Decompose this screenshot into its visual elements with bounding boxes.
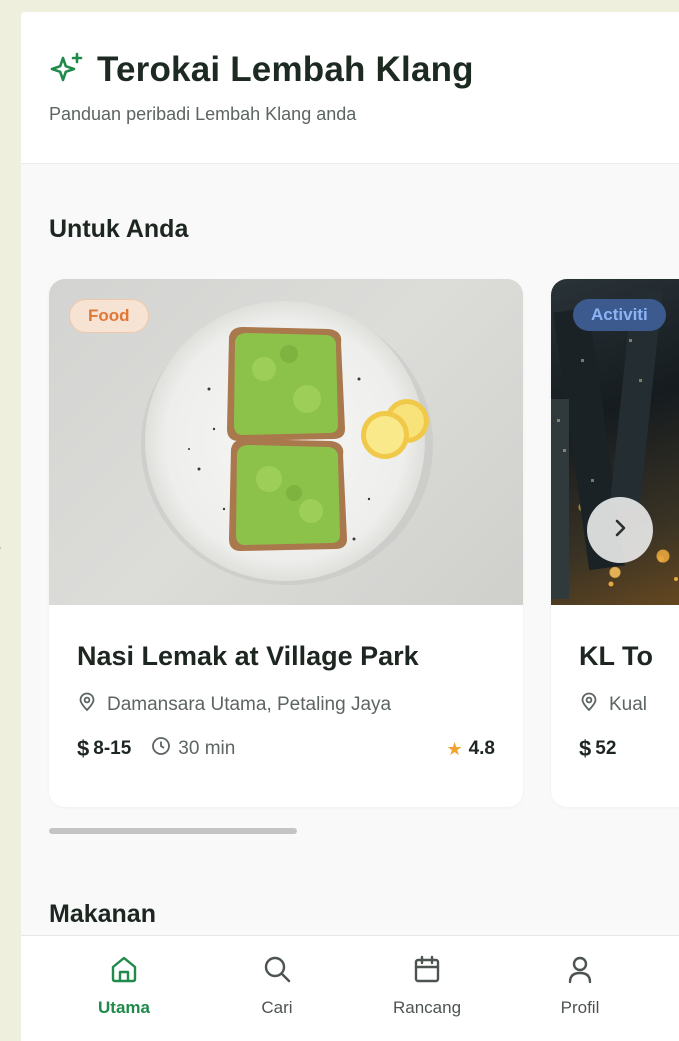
duration-value: 30 min [178, 738, 236, 759]
calendar-icon [410, 952, 444, 986]
search-icon [260, 952, 294, 986]
nav-item-plan[interactable]: Rancang [372, 952, 482, 1018]
page-subtitle: Panduan peribadi Lembah Klang anda [49, 104, 357, 124]
location-pin-icon [77, 692, 97, 718]
location-pin-icon [579, 692, 599, 718]
background-decoration [0, 546, 1, 652]
card-image: Food [49, 279, 523, 605]
bottom-navigation: Utama Cari Rancang Profil [21, 935, 679, 1041]
rating-value: 4.8 [468, 738, 495, 759]
home-icon [107, 952, 141, 986]
nav-item-home[interactable]: Utama [69, 952, 179, 1018]
dollar-icon: $ [77, 736, 90, 761]
carousel-scrollbar[interactable] [49, 828, 297, 834]
card-location: Kual [579, 692, 679, 718]
app-header: Terokai Lembah Klang Panduan peribadi Le… [21, 12, 679, 164]
rating: ★ 4.8 [446, 738, 495, 760]
nav-label: Cari [261, 998, 293, 1017]
category-tag: Activiti [573, 299, 666, 331]
carousel-next-button[interactable] [587, 497, 653, 563]
clock-icon [151, 736, 171, 762]
nav-label: Profil [560, 998, 600, 1017]
section-title-for-you: Untuk Anda [49, 215, 189, 243]
user-icon [563, 952, 597, 986]
nav-label: Rancang [392, 998, 462, 1017]
duration: 30 min [151, 736, 235, 762]
nav-item-search[interactable]: Cari [222, 952, 332, 1018]
card-title: KL To [579, 641, 653, 671]
card-meta: $ 52 [579, 736, 679, 762]
card-meta: $ 8-15 30 min ★ 4.8 [77, 736, 495, 762]
nav-label: Utama [98, 998, 150, 1017]
nav-item-profile[interactable]: Profil [525, 952, 635, 1018]
price-value: 52 [595, 738, 617, 759]
price: $ 8-15 [77, 736, 131, 762]
location-text: Damansara Utama, Petaling Jaya [107, 694, 392, 715]
recommendation-card[interactable]: Food Nasi Lemak at Village Park Damansar… [49, 279, 523, 807]
page-title: Terokai Lembah Klang [97, 50, 474, 89]
card-location: Damansara Utama, Petaling Jaya [77, 692, 495, 718]
section-title-food: Makanan [49, 900, 156, 928]
dollar-icon: $ [579, 736, 592, 761]
location-text: Kual [609, 694, 648, 715]
sparkle-icon [49, 52, 85, 88]
chevron-right-icon [609, 517, 631, 544]
category-tag: Food [69, 299, 149, 333]
card-title: Nasi Lemak at Village Park [77, 641, 419, 671]
star-icon: ★ [446, 738, 463, 759]
price-value: 8-15 [93, 738, 132, 759]
recommendation-card[interactable]: Activiti KL To Kual $ 52 [551, 279, 679, 807]
app-window: Terokai Lembah Klang Panduan peribadi Le… [21, 12, 679, 1041]
price: $ 52 [579, 736, 616, 762]
card-image: Activiti [551, 279, 679, 605]
